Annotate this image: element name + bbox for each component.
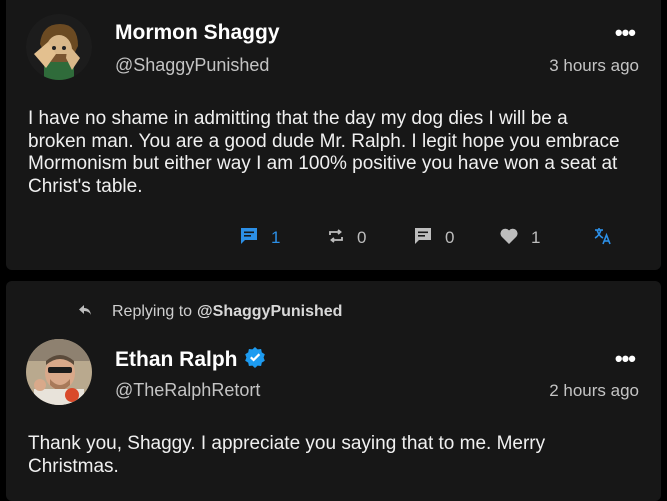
- reply-arrow-icon: [78, 303, 92, 321]
- avatar-ralph[interactable]: [26, 339, 92, 405]
- like-count: 1: [531, 228, 541, 247]
- like-button[interactable]: 1: [499, 226, 540, 250]
- post-timestamp[interactable]: 3 hours ago: [549, 56, 639, 76]
- more-options-icon[interactable]: •••: [615, 20, 636, 46]
- replying-prefix: Replying to: [112, 303, 193, 320]
- heart-icon: [499, 227, 519, 250]
- quote-button[interactable]: 0: [413, 226, 454, 250]
- quote-icon: [413, 226, 433, 251]
- post-card-shaggy[interactable]: Mormon Shaggy ••• @ShaggyPunished 3 hour…: [6, 0, 661, 270]
- post-body: Thank you, Shaggy. I appreciate you sayi…: [28, 433, 546, 477]
- reply-button[interactable]: 1: [239, 226, 280, 250]
- repost-count: 0: [357, 228, 367, 247]
- replying-to-line[interactable]: Replying to @ShaggyPunished: [78, 303, 342, 321]
- avatar-shaggy[interactable]: [26, 14, 92, 80]
- repost-button[interactable]: 0: [327, 226, 366, 250]
- post-body: I have no shame in admitting that the da…: [28, 108, 620, 197]
- author-handle[interactable]: @ShaggyPunished: [115, 55, 269, 76]
- comment-icon: [239, 226, 259, 251]
- author-name[interactable]: Ethan Ralph: [115, 348, 238, 372]
- replying-to-handle[interactable]: @ShaggyPunished: [197, 303, 342, 321]
- more-options-icon[interactable]: •••: [615, 346, 636, 372]
- author-name[interactable]: Mormon Shaggy: [115, 21, 280, 45]
- quote-count: 0: [445, 228, 455, 247]
- author-handle[interactable]: @TheRalphRetort: [115, 380, 260, 401]
- post-card-ralph[interactable]: Replying to @ShaggyPunished Ethan Ralph …: [6, 281, 661, 501]
- translate-button[interactable]: [593, 226, 613, 250]
- repost-icon: [327, 227, 345, 250]
- author-name-row[interactable]: Ethan Ralph: [115, 346, 266, 374]
- post-timestamp[interactable]: 2 hours ago: [549, 381, 639, 401]
- verified-badge-icon: [244, 346, 266, 374]
- translate-icon: [593, 226, 613, 251]
- reply-count: 1: [271, 228, 281, 247]
